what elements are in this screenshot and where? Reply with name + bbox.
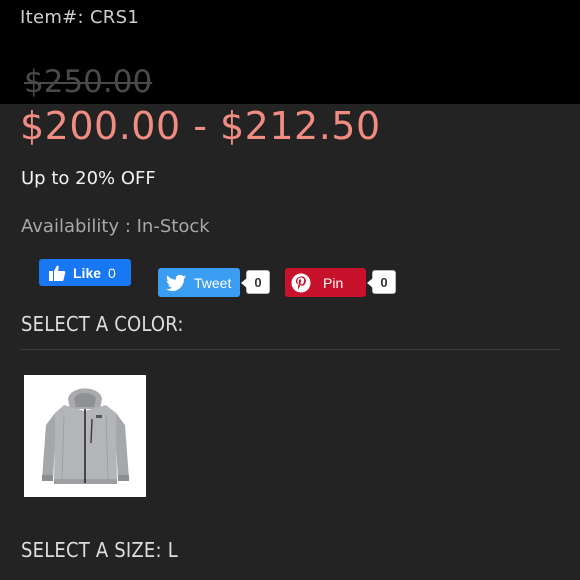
- select-color-heading: SELECT A COLOR:: [21, 312, 184, 336]
- original-price: $250.00: [24, 64, 153, 100]
- pinterest-logo-icon: [291, 273, 311, 293]
- discount-text: Up to 20% OFF: [21, 168, 156, 189]
- facebook-like-button[interactable]: Like 0: [39, 259, 131, 286]
- like-count: 0: [108, 264, 116, 281]
- divider: [20, 349, 560, 350]
- price-range: $200.00 - $212.50: [20, 104, 381, 148]
- item-number: Item#: CRS1: [20, 7, 140, 28]
- select-size-heading: SELECT A SIZE: L: [21, 538, 178, 562]
- select-size-label: SELECT A SIZE:: [21, 538, 162, 562]
- pin-count: 0: [367, 270, 396, 294]
- pin-label: Pin: [323, 274, 344, 291]
- thumbs-up-icon: [48, 264, 66, 282]
- tweet-count: 0: [241, 270, 270, 294]
- grey-hooded-jacket-image: [24, 375, 146, 497]
- twitter-bird-icon: [166, 274, 186, 292]
- pinterest-pin-button[interactable]: Pin: [285, 268, 366, 297]
- selected-size-value[interactable]: L: [168, 538, 178, 562]
- tweet-button[interactable]: Tweet: [158, 268, 240, 297]
- tweet-label: Tweet: [194, 274, 232, 291]
- availability-text: Availability : In-Stock: [21, 216, 210, 237]
- color-swatch-grey-jacket[interactable]: [24, 375, 146, 497]
- like-label: Like: [73, 264, 102, 281]
